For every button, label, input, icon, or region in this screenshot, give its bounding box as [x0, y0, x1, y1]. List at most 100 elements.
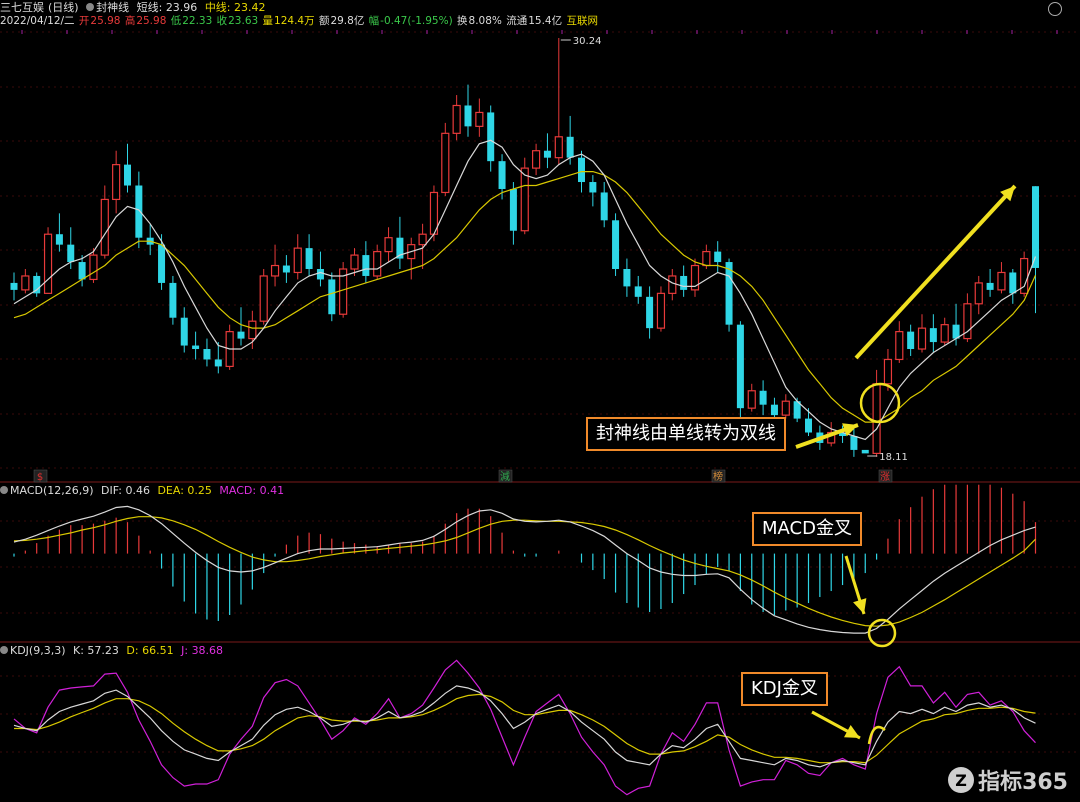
event-tag: $ [37, 472, 43, 483]
candle-body [736, 324, 744, 409]
candle-body [384, 237, 393, 253]
candle-body [305, 248, 313, 270]
candle-body [589, 182, 597, 193]
candle-body [566, 136, 574, 158]
dea-value: 0.25 [187, 484, 212, 497]
candle-body [861, 449, 869, 454]
candle-body [282, 265, 290, 273]
j-label: J: [181, 644, 189, 657]
candle-body [907, 331, 915, 350]
candle-body [883, 358, 893, 385]
turnover-label: 换 [457, 15, 468, 27]
candle-body [487, 112, 495, 162]
main-header: 三七互娱 (日线) 封神线 短线: 23.96 中线: 23.42 [0, 1, 270, 15]
candle-body [350, 254, 359, 270]
candle-body [872, 383, 881, 454]
candle-body [929, 328, 937, 343]
close-label: 收 [216, 15, 228, 27]
change-label: 幅 [368, 15, 380, 27]
candle-body [89, 254, 98, 281]
candle-body [600, 192, 608, 221]
candle-body [293, 247, 302, 274]
low-value: 22.33 [182, 15, 213, 27]
macd-header: MACD(12,26,9) DIF: 0.46 DEA: 0.25 MACD: … [0, 484, 288, 498]
candle-body [781, 400, 790, 416]
dif-label: DIF: [101, 484, 122, 497]
macd-dot-icon [0, 486, 8, 494]
j-value: 38.68 [191, 644, 224, 657]
dif-line [13, 505, 1036, 634]
candle-body [192, 345, 200, 350]
change-value: -0.47(-1.95%) [380, 15, 453, 27]
macd-name[interactable]: MACD(12,26,9) [10, 484, 94, 497]
candle-body [520, 167, 529, 232]
candle-body [10, 282, 18, 290]
candle-body [554, 136, 563, 159]
candle-body [100, 198, 109, 256]
kdj-name[interactable]: KDJ(9,3,3) [10, 644, 66, 657]
candle-body [770, 404, 778, 416]
k-line [13, 685, 1036, 768]
dea-label: DEA: [157, 484, 184, 497]
d-value: 66.51 [142, 644, 174, 657]
candle-body [362, 255, 370, 276]
candle-body [203, 349, 211, 360]
k-label: K: [73, 644, 84, 657]
indicator-dot-icon [86, 3, 95, 11]
candle-body [214, 359, 222, 367]
candle-body [328, 279, 336, 315]
candle-body [974, 282, 983, 305]
amount-label: 额 [318, 15, 330, 27]
callout-main: 封神线由单线转为双线 [586, 417, 786, 451]
close-icon[interactable] [1048, 2, 1062, 16]
candle-body [67, 244, 75, 263]
candle-body [124, 164, 131, 186]
candle-body [702, 251, 711, 267]
candle-body [680, 275, 688, 290]
callout-kdj: KDJ金叉 [741, 672, 828, 706]
indicator-name[interactable]: 封神线 [96, 1, 129, 14]
mid-line-value: 23.42 [234, 1, 266, 14]
high-label: 高 [124, 15, 136, 27]
candle-body [180, 317, 188, 346]
amount-value: 29.8亿 [330, 15, 365, 27]
low-label: 低 [170, 15, 182, 27]
candle-body [441, 132, 450, 194]
candle-body [668, 275, 677, 294]
open-label: 开 [78, 15, 90, 27]
candle-body [917, 327, 927, 350]
candle-body [634, 286, 642, 297]
turnover-value: 8.08% [468, 15, 502, 27]
candle-body [158, 244, 166, 283]
watermark-text: 指标365 [978, 770, 1068, 795]
short-line-value: 23.96 [165, 1, 198, 14]
low-marker-label: 18.11 [879, 452, 908, 463]
candle-body [43, 233, 53, 294]
event-tag: 減 [500, 470, 510, 483]
candle-body [237, 331, 245, 339]
float-value: 15.4亿 [528, 15, 563, 27]
volume-value: 124.4万 [274, 15, 315, 27]
high-value: 25.98 [136, 15, 167, 27]
close-value: 23.63 [228, 15, 259, 27]
watermark-logo-icon: Z [948, 767, 975, 793]
date-label: 2022/04/12/二 [0, 15, 75, 27]
candle-body [646, 296, 654, 329]
candle-body [612, 220, 620, 270]
candle-body [498, 161, 506, 189]
dea-line [13, 516, 1036, 627]
candle-body [759, 390, 767, 405]
dif-value: 0.46 [125, 484, 150, 497]
candle-body [78, 262, 86, 280]
stock-name[interactable]: 三七互娱 [0, 1, 44, 14]
candle-body [55, 234, 63, 245]
d-label: D: [126, 644, 139, 657]
candle-body [418, 233, 427, 246]
macd-value: 0.41 [259, 484, 285, 497]
source-link[interactable]: 互联网 [566, 15, 598, 27]
candle-body [248, 320, 257, 340]
stock-chart[interactable]: 30.24 18.11 $ 減 榜 涨 [0, 0, 1080, 802]
candle-body [169, 282, 177, 318]
candle-body [850, 435, 858, 450]
k-value: 57.23 [87, 644, 119, 657]
